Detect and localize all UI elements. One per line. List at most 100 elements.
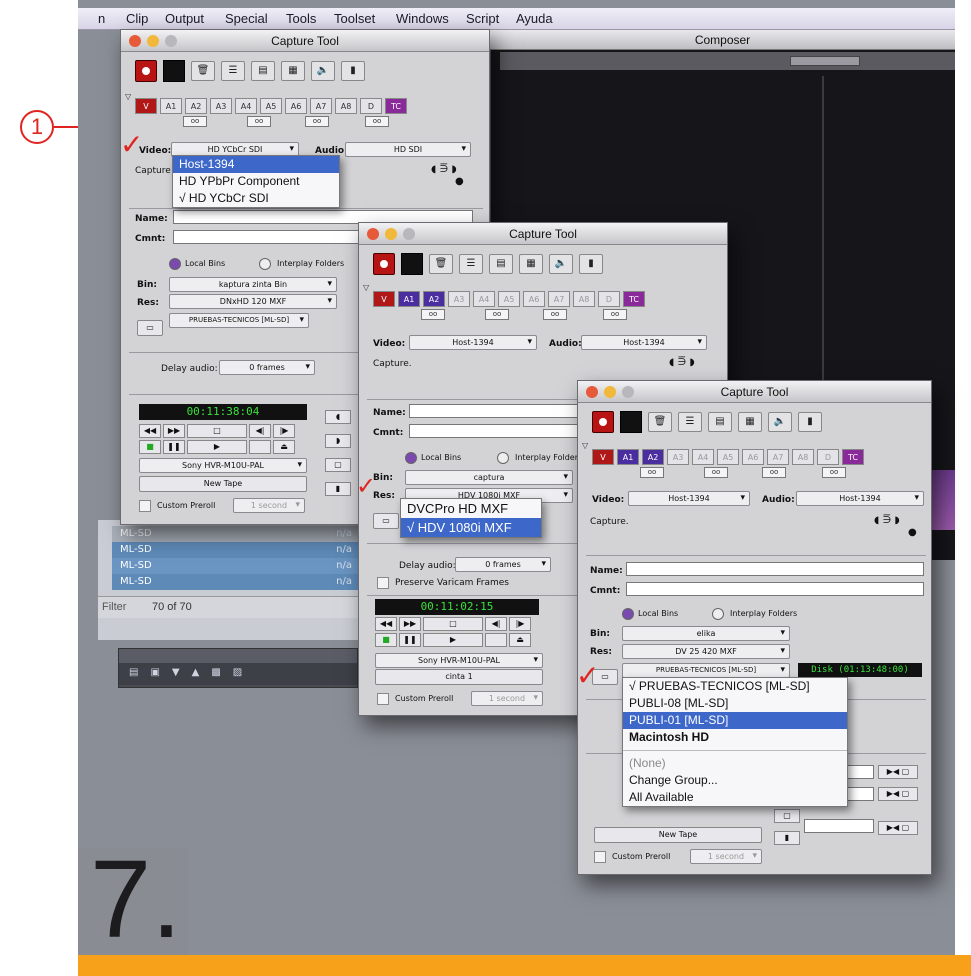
menu-option-all-available[interactable]: All Available [623, 789, 847, 806]
audio-select[interactable]: Host-1394 [581, 335, 707, 350]
resolution-select[interactable]: DV 25 420 MXF [622, 644, 790, 659]
local-bins-radio[interactable] [169, 258, 181, 270]
menu-option-host-1394[interactable]: Host-1394 [173, 156, 339, 173]
track-button[interactable]: D [817, 449, 839, 465]
track-button[interactable]: A1 [617, 449, 639, 465]
track-button[interactable]: D [598, 291, 620, 307]
step-back-button[interactable]: ◀| [485, 617, 507, 631]
track-button[interactable]: TC [842, 449, 864, 465]
pause-button[interactable]: ❚❚ [163, 440, 185, 454]
tool-icon[interactable]: ▩ [211, 667, 220, 681]
tape-button[interactable]: New Tape [594, 827, 762, 843]
menu-option-none[interactable]: (None) [623, 755, 847, 772]
target-drive-select[interactable]: PRUEBAS-TECNICOS [ML-SD] [169, 313, 309, 328]
eject-button[interactable]: ⏏ [273, 440, 295, 454]
down-arrow-icon[interactable]: ▼ [172, 667, 180, 681]
track-button[interactable]: A4 [235, 98, 257, 114]
bars-icon[interactable]: ▮ [341, 61, 365, 81]
track-button[interactable]: V [135, 98, 157, 114]
track-button[interactable]: A5 [498, 291, 520, 307]
menu-clip[interactable]: Clip [126, 11, 148, 26]
channel-link-icon[interactable]: oo [421, 309, 445, 320]
bars-icon[interactable]: ▮ [579, 254, 603, 274]
rewind-button[interactable]: ◀◀ [375, 617, 397, 631]
go-to-in-button[interactable]: ▶◀ ▢ [878, 765, 918, 779]
duration-button[interactable]: ▮ [774, 831, 800, 845]
channel-link-icon[interactable]: oo [640, 467, 664, 478]
fast-forward-button[interactable]: ▶▶ [399, 617, 421, 631]
track-button[interactable]: TC [623, 291, 645, 307]
trash-icon[interactable]: 🗑 [191, 61, 215, 81]
shuttle-slider[interactable]: □ [187, 424, 247, 438]
track-button[interactable]: A3 [210, 98, 232, 114]
menu-script[interactable]: Script [466, 11, 499, 26]
track-button[interactable]: A3 [448, 291, 470, 307]
interplay-folders-radio[interactable] [712, 608, 724, 620]
channel-link-icon[interactable]: oo [603, 309, 627, 320]
comment-field[interactable] [626, 582, 924, 596]
channel-link-icon[interactable]: oo [247, 116, 271, 127]
resolution-select[interactable]: DNxHD 120 MXF [169, 294, 337, 309]
track-button[interactable]: V [592, 449, 614, 465]
delay-audio-select[interactable]: 0 frames [219, 360, 315, 375]
menu-ayuda[interactable]: Ayuda [516, 11, 553, 26]
interplay-folders-radio[interactable] [497, 452, 509, 464]
fast-forward-button[interactable]: ▶▶ [163, 424, 185, 438]
mark-in-button[interactable]: ◖ [325, 410, 351, 424]
bin-select[interactable]: elika [622, 626, 790, 641]
varicam-checkbox[interactable] [377, 577, 389, 589]
channel-link-icon[interactable]: oo [704, 467, 728, 478]
bin-select[interactable]: kaptura zinta Bin [169, 277, 337, 292]
channel-link-icon[interactable]: oo [762, 467, 786, 478]
name-field[interactable] [626, 562, 924, 576]
track-button[interactable]: A5 [717, 449, 739, 465]
tool-icon[interactable]: ▤ [129, 667, 138, 681]
video-icon[interactable]: ▦ [281, 61, 305, 81]
track-button[interactable]: A6 [523, 291, 545, 307]
audio-select[interactable]: Host-1394 [796, 491, 924, 506]
track-button[interactable]: A7 [548, 291, 570, 307]
track-button[interactable]: A2 [185, 98, 207, 114]
menu-option-publi-08[interactable]: PUBLI-08 [ML-SD] [623, 695, 847, 712]
custom-preroll-checkbox[interactable] [377, 693, 389, 705]
tape-button[interactable]: cinta 1 [375, 669, 543, 685]
trash-icon[interactable]: 🗑 [648, 412, 672, 432]
track-button[interactable]: A8 [792, 449, 814, 465]
preroll-select[interactable]: 1 second [471, 691, 543, 706]
speaker-icon[interactable]: 🔈 [549, 254, 573, 274]
track-button[interactable]: A6 [285, 98, 307, 114]
audio-select[interactable]: HD SDI [345, 142, 471, 157]
up-arrow-icon[interactable]: ▲ [192, 667, 200, 681]
bin-select[interactable]: captura [405, 470, 573, 485]
step-back-button[interactable]: ◀| [249, 424, 271, 438]
record-button[interactable] [135, 60, 157, 82]
menu-option-pruebas[interactable]: √ PRUEBAS-TECNICOS [ML-SD] [623, 678, 847, 695]
menu-option-change-group[interactable]: Change Group... [623, 772, 847, 789]
cap-icon[interactable]: ☰ [678, 412, 702, 432]
track-button[interactable]: A1 [160, 98, 182, 114]
log-icon[interactable]: ▤ [489, 254, 513, 274]
track-button[interactable]: A4 [692, 449, 714, 465]
filter-label[interactable]: Filter [102, 601, 126, 613]
local-bins-radio[interactable] [622, 608, 634, 620]
go-button[interactable]: ▶◀ ▢ [878, 821, 918, 835]
channel-link-icon[interactable]: oo [365, 116, 389, 127]
track-button[interactable]: A7 [310, 98, 332, 114]
video-icon[interactable]: ▦ [519, 254, 543, 274]
track-button[interactable]: A8 [573, 291, 595, 307]
custom-preroll-checkbox[interactable] [594, 851, 606, 863]
go-to-out-button[interactable]: ▶◀ ▢ [878, 787, 918, 801]
preroll-select[interactable]: 1 second [233, 498, 305, 513]
menu-item[interactable]: n [98, 11, 105, 26]
track-button[interactable]: TC [385, 98, 407, 114]
drive-icon[interactable]: ▭ [137, 320, 163, 336]
track-button[interactable]: A8 [335, 98, 357, 114]
step-forward-button[interactable]: |▶ [509, 617, 531, 631]
cap-icon[interactable]: ☰ [221, 61, 245, 81]
menu-output[interactable]: Output [165, 11, 204, 26]
menu-option-hdv-1080i[interactable]: √ HDV 1080i MXF [401, 518, 541, 537]
track-button[interactable]: A7 [767, 449, 789, 465]
track-button[interactable]: A3 [667, 449, 689, 465]
disclosure-triangle-icon[interactable]: ▽ [582, 441, 588, 450]
track-button[interactable]: A2 [423, 291, 445, 307]
